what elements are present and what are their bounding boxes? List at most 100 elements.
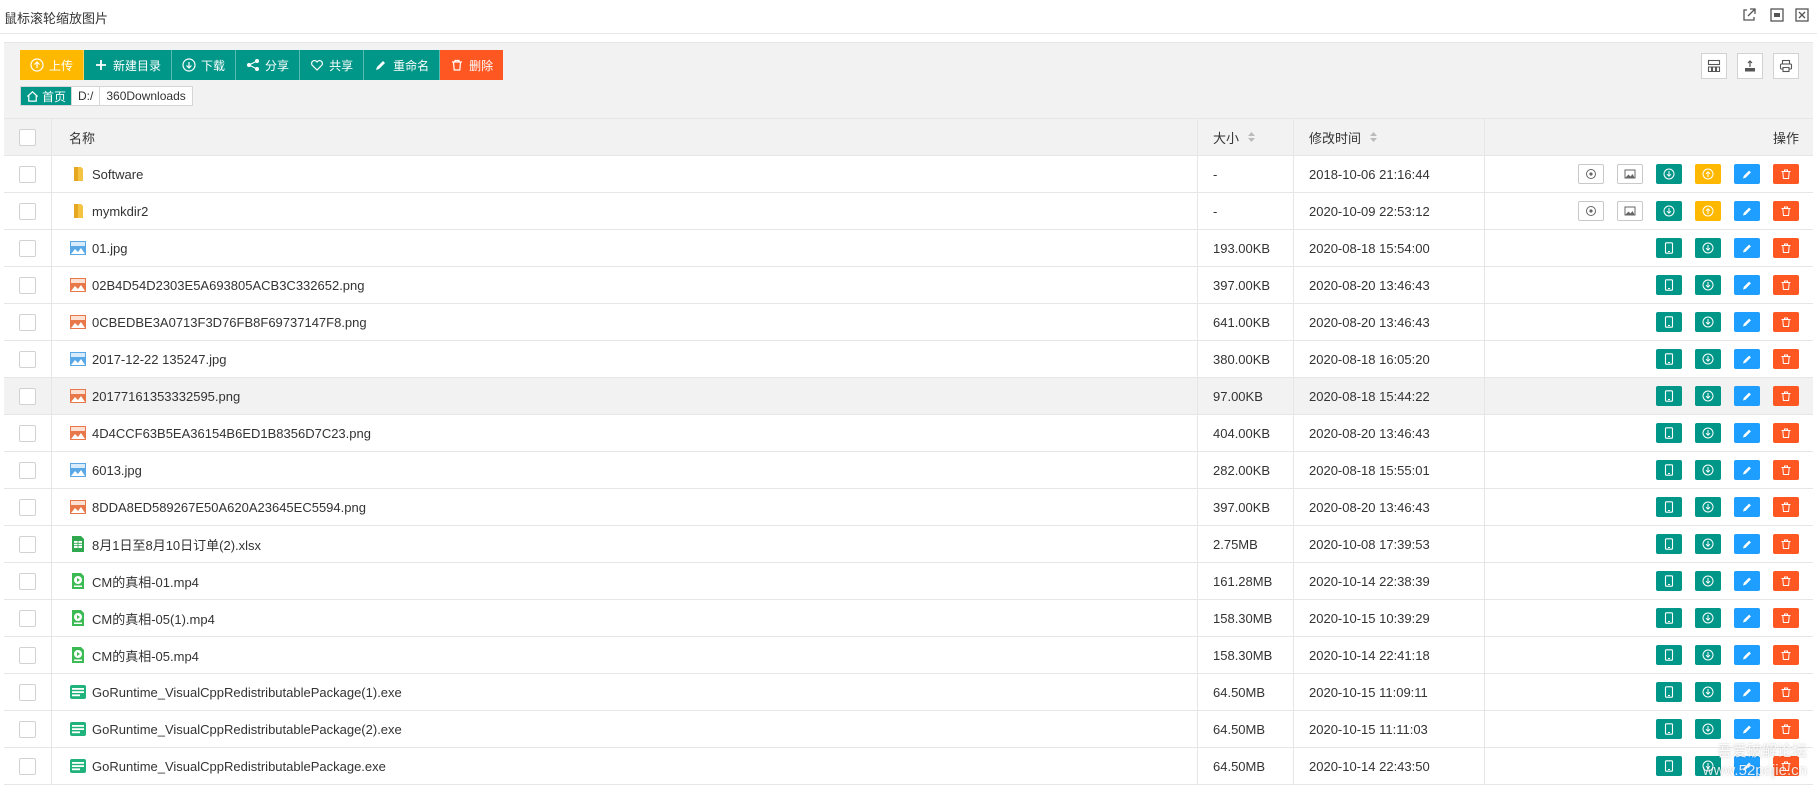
rename-button[interactable]: [1734, 275, 1760, 295]
delete-button[interactable]: [1773, 238, 1799, 258]
download-button[interactable]: [1695, 460, 1721, 480]
row-name-cell[interactable]: CM的真相-05(1).mp4: [52, 600, 1198, 636]
row-checkbox[interactable]: [19, 239, 36, 257]
gallery-button[interactable]: [1617, 201, 1643, 221]
download-button[interactable]: [1695, 682, 1721, 702]
file-name[interactable]: GoRuntime_VisualCppRedistributablePackag…: [92, 685, 402, 700]
table-row[interactable]: CM的真相-05.mp4 158.30MB 2020-10-14 22:41:18: [4, 637, 1813, 674]
rename-button[interactable]: [1734, 719, 1760, 739]
delete-button[interactable]: [1773, 349, 1799, 369]
download-button[interactable]: [1695, 571, 1721, 591]
delete-button[interactable]: [1773, 645, 1799, 665]
open-button[interactable]: [1578, 201, 1604, 221]
file-name[interactable]: GoRuntime_VisualCppRedistributablePackag…: [92, 759, 386, 774]
row-checkbox[interactable]: [19, 646, 36, 664]
row-checkbox[interactable]: [19, 498, 36, 516]
download-button[interactable]: [1695, 423, 1721, 443]
file-name[interactable]: 02B4D54D2303E5A693805ACB3C332652.png: [92, 278, 365, 293]
file-name[interactable]: 0CBEDBE3A0713F3D76FB8F69737147F8.png: [92, 315, 367, 330]
file-name[interactable]: 6013.jpg: [92, 463, 142, 478]
download-button[interactable]: [1695, 534, 1721, 554]
table-row[interactable]: Software - 2018-10-06 21:16:44: [4, 156, 1813, 193]
mobile-view-button[interactable]: [1656, 312, 1682, 332]
table-row[interactable]: 0CBEDBE3A0713F3D76FB8F69737147F8.png 641.…: [4, 304, 1813, 341]
share-button[interactable]: 分享: [236, 50, 301, 80]
row-checkbox[interactable]: [19, 609, 36, 627]
download-button[interactable]: [1695, 719, 1721, 739]
delete-button[interactable]: [1773, 386, 1799, 406]
file-name[interactable]: 8月1日至8月10日订单(2).xlsx: [92, 535, 261, 554]
delete-button[interactable]: [1773, 312, 1799, 332]
row-name-cell[interactable]: 02B4D54D2303E5A693805ACB3C332652.png: [52, 267, 1198, 303]
mobile-view-button[interactable]: [1656, 349, 1682, 369]
download-button[interactable]: [1695, 312, 1721, 332]
mobile-view-button[interactable]: [1656, 756, 1682, 776]
download-button[interactable]: 下载: [172, 50, 237, 80]
download-button[interactable]: [1695, 608, 1721, 628]
file-name[interactable]: 20177161353332595.png: [92, 389, 240, 404]
rename-button[interactable]: [1734, 386, 1760, 406]
mobile-view-button[interactable]: [1656, 682, 1682, 702]
table-row[interactable]: 8DDA8ED589267E50A620A23645EC5594.png 397.…: [4, 489, 1813, 526]
row-name-cell[interactable]: Software: [52, 156, 1198, 192]
upload-button[interactable]: 上传: [20, 50, 85, 80]
download-button[interactable]: [1695, 275, 1721, 295]
mobile-view-button[interactable]: [1656, 534, 1682, 554]
delete-button[interactable]: [1773, 571, 1799, 591]
rename-button[interactable]: [1734, 423, 1760, 443]
gallery-button[interactable]: [1617, 164, 1643, 184]
delete-button[interactable]: [1773, 423, 1799, 443]
file-name[interactable]: GoRuntime_VisualCppRedistributablePackag…: [92, 722, 402, 737]
header-mtime-cell[interactable]: 修改时间: [1294, 119, 1485, 155]
breadcrumb-home[interactable]: 首页: [21, 87, 73, 105]
file-name[interactable]: 4D4CCF63B5EA36154B6ED1B8356D7C23.png: [92, 426, 371, 441]
row-name-cell[interactable]: 2017-12-22 135247.jpg: [52, 341, 1198, 377]
download-button[interactable]: [1695, 238, 1721, 258]
file-name[interactable]: 8DDA8ED589267E50A620A23645EC5594.png: [92, 500, 366, 515]
delete-button[interactable]: [1773, 497, 1799, 517]
breadcrumb-drive[interactable]: D:/: [72, 87, 101, 105]
file-name[interactable]: CM的真相-01.mp4: [92, 572, 199, 591]
row-checkbox[interactable]: [19, 424, 36, 442]
table-row[interactable]: GoRuntime_VisualCppRedistributablePackag…: [4, 711, 1813, 748]
file-name[interactable]: CM的真相-05.mp4: [92, 646, 199, 665]
delete-button[interactable]: [1773, 682, 1799, 702]
row-name-cell[interactable]: 8DDA8ED589267E50A620A23645EC5594.png: [52, 489, 1198, 525]
export-button[interactable]: [1737, 53, 1763, 79]
header-size-cell[interactable]: 大小: [1198, 119, 1294, 155]
row-name-cell[interactable]: 8月1日至8月10日订单(2).xlsx: [52, 526, 1198, 562]
row-name-cell[interactable]: 6013.jpg: [52, 452, 1198, 488]
delete-button[interactable]: [1773, 164, 1799, 184]
file-name[interactable]: 01.jpg: [92, 241, 127, 256]
row-name-cell[interactable]: 0CBEDBE3A0713F3D76FB8F69737147F8.png: [52, 304, 1198, 340]
open-button[interactable]: [1578, 164, 1604, 184]
mobile-view-button[interactable]: [1656, 645, 1682, 665]
row-checkbox[interactable]: [19, 350, 36, 368]
download-button[interactable]: [1695, 386, 1721, 406]
rename-button[interactable]: [1734, 238, 1760, 258]
delete-button[interactable]: [1773, 608, 1799, 628]
select-all-checkbox[interactable]: [19, 128, 36, 146]
mobile-view-button[interactable]: [1656, 275, 1682, 295]
table-row[interactable]: 02B4D54D2303E5A693805ACB3C332652.png 397.…: [4, 267, 1813, 304]
file-name[interactable]: mymkdir2: [92, 204, 148, 219]
download-button[interactable]: [1656, 164, 1682, 184]
table-row[interactable]: 2017-12-22 135247.jpg 380.00KB 2020-08-18 …: [4, 341, 1813, 378]
delete-button[interactable]: [1773, 460, 1799, 480]
mobile-view-button[interactable]: [1656, 423, 1682, 443]
table-row[interactable]: 6013.jpg 282.00KB 2020-08-18 15:55:01: [4, 452, 1813, 489]
rename-button[interactable]: [1734, 645, 1760, 665]
row-checkbox[interactable]: [19, 165, 36, 183]
rename-button[interactable]: [1734, 312, 1760, 332]
row-checkbox[interactable]: [19, 535, 36, 553]
row-checkbox[interactable]: [19, 683, 36, 701]
sort-icon[interactable]: [1369, 131, 1378, 143]
table-row[interactable]: CM的真相-01.mp4 161.28MB 2020-10-14 22:38:39: [4, 563, 1813, 600]
row-name-cell[interactable]: 4D4CCF63B5EA36154B6ED1B8356D7C23.png: [52, 415, 1198, 451]
delete-button[interactable]: [1773, 201, 1799, 221]
row-name-cell[interactable]: GoRuntime_VisualCppRedistributablePackag…: [52, 711, 1198, 747]
rename-button[interactable]: [1734, 460, 1760, 480]
delete-button[interactable]: [1773, 534, 1799, 554]
public-share-button[interactable]: 共享: [300, 50, 365, 80]
mobile-view-button[interactable]: [1656, 571, 1682, 591]
